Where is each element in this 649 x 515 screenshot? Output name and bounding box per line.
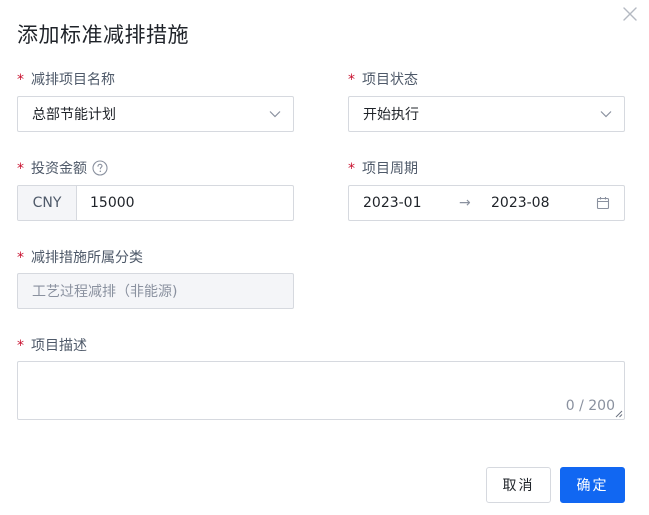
category-label-text: 减排措施所属分类 [31, 250, 143, 266]
project-name-label-text: 减排项目名称 [31, 72, 115, 88]
category-field-disabled: 工艺过程减排（非能源) [17, 273, 294, 309]
project-name-select[interactable]: 总部节能计划 [17, 96, 294, 132]
required-mark: * [348, 161, 355, 177]
period-end-input[interactable]: 2023-08 [491, 195, 596, 211]
category-value: 工艺过程减排（非能源) [32, 284, 178, 300]
chevron-down-icon [600, 111, 612, 118]
close-icon[interactable] [620, 4, 640, 24]
question-circle-icon[interactable] [92, 160, 108, 176]
project-period-range-picker[interactable]: 2023-01 → 2023-08 [348, 185, 625, 221]
investment-label: * 投资金额 [17, 158, 108, 178]
confirm-button[interactable]: 确定 [560, 467, 625, 503]
project-status-value: 开始执行 [363, 107, 419, 123]
required-mark: * [17, 161, 24, 177]
investment-input-group: CNY [17, 185, 294, 221]
currency-prefix: CNY [18, 186, 77, 220]
description-label: * 项目描述 [17, 335, 87, 355]
char-counter: 0 / 200 [565, 398, 615, 414]
investment-label-text: 投资金额 [31, 161, 87, 177]
required-mark: * [17, 250, 24, 266]
required-mark: * [17, 72, 24, 88]
cancel-button[interactable]: 取消 [486, 467, 551, 503]
add-measure-dialog: 添加标准减排措施 * 减排项目名称 总部节能计划 * 项目状态 开始执行 * 投… [0, 0, 649, 515]
project-name-label: * 减排项目名称 [17, 69, 115, 89]
description-label-text: 项目描述 [31, 338, 87, 354]
project-status-select[interactable]: 开始执行 [348, 96, 625, 132]
investment-amount-input[interactable] [77, 186, 293, 220]
arrow-right-icon: → [459, 195, 471, 211]
description-textarea[interactable]: 0 / 200 [17, 361, 625, 420]
dialog-title: 添加标准减排措施 [17, 23, 189, 47]
calendar-icon[interactable] [596, 196, 610, 210]
category-label: * 减排措施所属分类 [17, 247, 143, 267]
project-status-label: * 项目状态 [348, 69, 418, 89]
project-name-value: 总部节能计划 [32, 107, 116, 123]
resize-handle-icon[interactable] [615, 410, 623, 418]
required-mark: * [17, 338, 24, 354]
chevron-down-icon [269, 111, 281, 118]
project-status-label-text: 项目状态 [362, 72, 418, 88]
required-mark: * [348, 72, 355, 88]
period-start-input[interactable]: 2023-01 [363, 195, 459, 211]
project-period-label: * 项目周期 [348, 158, 418, 178]
project-period-label-text: 项目周期 [362, 161, 418, 177]
